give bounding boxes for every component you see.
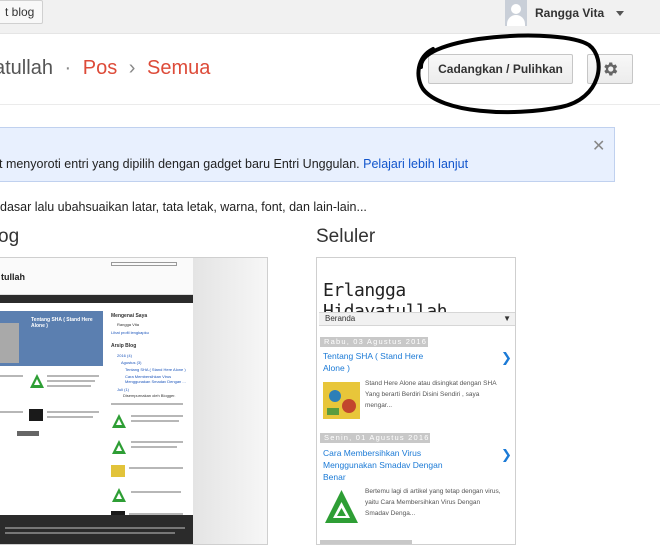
preview-text-line bbox=[47, 416, 93, 418]
preview-sidebar-user: Rangga Vita bbox=[117, 322, 139, 327]
triangle-down-icon: ▼ bbox=[503, 314, 511, 323]
preview-text-line bbox=[5, 527, 185, 529]
preview-sidebar-title: Mengenai Saya bbox=[111, 313, 148, 319]
preview-content: Tentang SHA ( Stand Here Alone ) Mengena… bbox=[0, 303, 193, 543]
blog-section-label: og bbox=[0, 226, 20, 247]
preview-button bbox=[17, 431, 39, 436]
preview-logo-icon bbox=[112, 440, 126, 454]
chevron-right-icon: ❯ bbox=[501, 447, 512, 462]
preview-image-placeholder bbox=[0, 323, 19, 363]
learn-more-link[interactable]: Pelajari lebih lanjut bbox=[363, 157, 468, 171]
template-description: dasar lalu ubahsuaikan latar, tata letak… bbox=[0, 200, 367, 214]
preview-archive-item: Agustus (3) bbox=[121, 360, 142, 365]
preview-logo-icon bbox=[112, 414, 126, 428]
preview-powered-by: Disempurnakan oleh Blogger. bbox=[123, 393, 176, 398]
preview-text-line bbox=[47, 380, 95, 382]
backup-restore-button[interactable]: Cadangkan / Pulihkan bbox=[428, 54, 573, 84]
preview-text-line bbox=[5, 532, 175, 534]
preview-text-line bbox=[111, 403, 183, 405]
preview-text-line bbox=[131, 446, 177, 448]
top-bar: t blog Rangga Vita bbox=[0, 0, 660, 34]
mobile-nav-dropdown: Beranda ▼ bbox=[319, 312, 515, 326]
view-blog-button[interactable]: t blog bbox=[0, 0, 44, 24]
preview-thumbnail bbox=[111, 465, 125, 477]
preview-footer bbox=[0, 515, 193, 544]
preview-featured-post: Tentang SHA ( Stand Here Alone ) bbox=[0, 311, 103, 366]
mobile-post-thumbnail bbox=[323, 382, 360, 419]
thumbnail-image bbox=[323, 382, 360, 419]
preview-text-line bbox=[47, 411, 99, 413]
preview-archive-item: 2016 (4) bbox=[117, 353, 132, 358]
account-menu[interactable]: Rangga Vita bbox=[505, 0, 625, 26]
breadcrumb-separator-dot: · bbox=[64, 57, 72, 79]
preview-archive-item: Juli (1) bbox=[117, 387, 130, 392]
preview-archive-item: Cara Membersihkan Virus Menggunakan Smad… bbox=[125, 374, 186, 384]
page-header: yatullah · Pos › Semua Cadangkan / Pulih… bbox=[0, 34, 660, 105]
mobile-post-snippet: Bertemu lagi di artikel yang tetap denga… bbox=[365, 488, 501, 517]
notice-message: t menyoroti entri yang dipilih dengan ga… bbox=[0, 157, 364, 171]
preview-text-line bbox=[131, 420, 179, 422]
gear-icon bbox=[604, 62, 618, 76]
mobile-post-title: Cara Membersihkan Virus Menggunakan Smad… bbox=[323, 448, 443, 482]
preview-text-line bbox=[0, 411, 23, 413]
mobile-post-snippet: Stand Here Alone atau disingkat dengan S… bbox=[365, 380, 497, 409]
mobile-preview[interactable]: Erlangga Hidayatullah Beranda ▼ Rabu, 03… bbox=[316, 257, 516, 545]
preview-post-title: Tentang SHA ( Stand Here Alone ) bbox=[31, 317, 93, 329]
preview-shadow bbox=[193, 258, 267, 544]
mobile-nav-label: Beranda bbox=[325, 314, 356, 323]
breadcrumb: yatullah · Pos › Semua bbox=[0, 57, 210, 80]
preview-text-line bbox=[131, 441, 183, 443]
preview-profile-link: Lihat profil lengkapku bbox=[111, 330, 149, 335]
preview-nav-bar bbox=[0, 295, 193, 303]
desktop-preview[interactable]: tullah Tentang SHA ( Stand Here Alone ) … bbox=[0, 257, 268, 545]
preview-search-box bbox=[111, 262, 177, 266]
mobile-post-title: Tentang SHA ( Stand Here Alone ) bbox=[323, 351, 424, 373]
chevron-right-icon: ❯ bbox=[501, 350, 512, 365]
preview-thumbnail bbox=[29, 409, 43, 421]
mobile-post-date: Rabu, 03 Agustus 2016 bbox=[320, 337, 428, 347]
notice-text: t menyoroti entri yang dipilih dengan ga… bbox=[0, 157, 468, 171]
avatar[interactable] bbox=[505, 0, 527, 26]
preview-logo-icon bbox=[112, 488, 126, 502]
settings-button[interactable] bbox=[587, 54, 633, 84]
preview-text-line bbox=[47, 375, 99, 377]
breadcrumb-separator-arrow: › bbox=[128, 57, 136, 79]
preview-text-line bbox=[131, 491, 181, 493]
preview-header: tullah bbox=[0, 258, 193, 295]
mobile-post-date: Senin, 01 Agustus 2016 bbox=[320, 433, 430, 443]
breadcrumb-blog-name[interactable]: yatullah bbox=[0, 57, 53, 79]
mobile-post-date-partial bbox=[320, 540, 412, 544]
user-name[interactable]: Rangga Vita bbox=[535, 6, 604, 20]
breadcrumb-posts[interactable]: Pos bbox=[83, 57, 117, 79]
preview-text-line bbox=[0, 375, 23, 377]
breadcrumb-all[interactable]: Semua bbox=[147, 57, 210, 79]
preview-archive-item: Tentang SHA ( Stand Here Alone ) bbox=[125, 367, 186, 372]
close-icon[interactable]: ✕ bbox=[592, 136, 605, 156]
preview-logo-icon bbox=[30, 374, 44, 388]
preview-text-line bbox=[129, 467, 183, 469]
preview-text-line bbox=[47, 385, 91, 387]
mobile-section-label: Seluler bbox=[316, 226, 376, 247]
info-notice: t menyoroti entri yang dipilih dengan ga… bbox=[0, 127, 615, 182]
preview-text-line bbox=[131, 415, 183, 417]
preview-archive-title: Arsip Blog bbox=[111, 343, 137, 349]
mobile-post-thumbnail bbox=[325, 490, 358, 523]
preview-blog-title: tullah bbox=[1, 272, 25, 282]
chevron-down-icon[interactable] bbox=[616, 10, 625, 16]
